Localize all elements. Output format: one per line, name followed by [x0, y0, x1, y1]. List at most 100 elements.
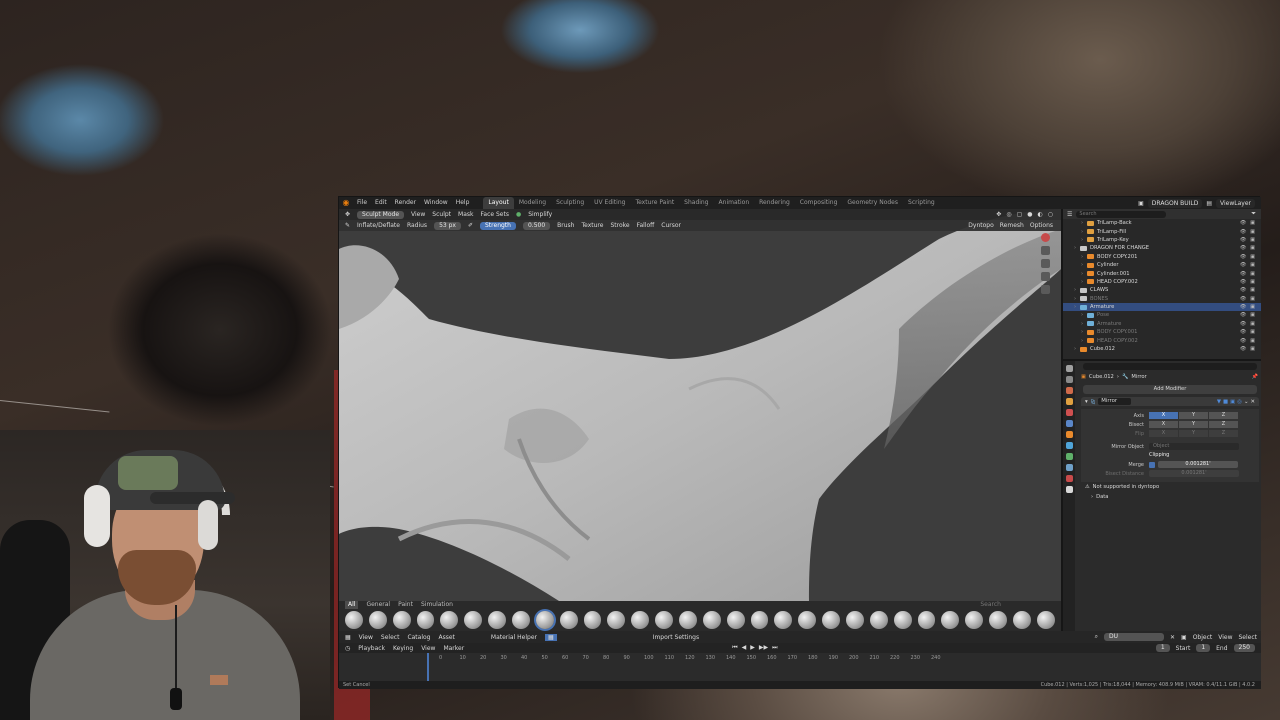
- zoom-icon[interactable]: [1041, 246, 1050, 255]
- flip-x-toggle[interactable]: X: [1149, 430, 1178, 437]
- outliner-row[interactable]: › CLAWS 👁 ▣: [1063, 286, 1261, 294]
- outliner-row[interactable]: › Cylinder 👁 ▣: [1063, 261, 1261, 269]
- outliner-row[interactable]: › BONES 👁 ▣: [1063, 295, 1261, 303]
- outliner-row[interactable]: › HEAD COPY.002 👁 ▣: [1063, 336, 1261, 344]
- xray-toggle-icon[interactable]: ▢: [1017, 211, 1023, 218]
- ortho-grid-icon[interactable]: [1041, 285, 1050, 294]
- menu-edit[interactable]: Edit: [371, 197, 391, 209]
- menu-help[interactable]: Help: [452, 197, 474, 209]
- brush-thumbnail[interactable]: [965, 611, 984, 629]
- simplify-toggle[interactable]: Simplify: [528, 211, 552, 218]
- menu-mask[interactable]: Mask: [458, 211, 473, 218]
- radius-field[interactable]: 53 px: [434, 221, 461, 230]
- play-icon[interactable]: ▶: [750, 644, 755, 652]
- brush-thumbnail[interactable]: [917, 611, 936, 629]
- tab-layout[interactable]: Layout: [483, 197, 514, 209]
- brush-thumbnail[interactable]: [392, 611, 411, 629]
- scene-selector[interactable]: DRAGON BUILD: [1147, 198, 1203, 208]
- visibility-toggle-icon[interactable]: 👁 ▣: [1240, 321, 1261, 327]
- outliner-row[interactable]: › DRAGON FOR CHANGE 👁 ▣: [1063, 244, 1261, 252]
- visibility-toggle-icon[interactable]: 👁 ▣: [1240, 279, 1261, 285]
- brush-thumbnail[interactable]: [726, 611, 745, 629]
- shading-solid-icon[interactable]: ●: [1027, 211, 1032, 218]
- brush-thumbnail[interactable]: [559, 611, 578, 629]
- shelf-search[interactable]: Search: [980, 601, 1061, 609]
- brush-thumbnail[interactable]: [798, 611, 817, 629]
- properties-tab-icon[interactable]: [1065, 398, 1073, 405]
- render-toggle-icon[interactable]: ◎: [1237, 399, 1242, 405]
- bisect-z-toggle[interactable]: Z: [1209, 421, 1238, 428]
- tab-shading[interactable]: Shading: [679, 197, 713, 209]
- shelf-tab-paint[interactable]: Paint: [398, 601, 413, 609]
- outliner-row[interactable]: › TriLamp-Fill 👁 ▣: [1063, 227, 1261, 235]
- outliner-row[interactable]: › TriLamp-Back 👁 ▣: [1063, 219, 1261, 227]
- visibility-toggle-icon[interactable]: 👁 ▣: [1240, 338, 1261, 344]
- import-settings-button[interactable]: Import Settings: [653, 634, 699, 641]
- properties-tab-icon[interactable]: [1065, 387, 1073, 394]
- library-icon[interactable]: ▦: [545, 633, 557, 641]
- properties-tab-icon[interactable]: [1065, 431, 1073, 438]
- brush-thumbnail[interactable]: [774, 611, 793, 629]
- sculpt-mesh[interactable]: [339, 209, 1061, 601]
- menu-asset[interactable]: Asset: [438, 634, 454, 641]
- menu-catalog[interactable]: Catalog: [407, 634, 430, 641]
- data-subpanel[interactable]: › Data: [1077, 492, 1263, 502]
- brush-thumbnail[interactable]: [893, 611, 912, 629]
- brush-thumbnail[interactable]: [535, 611, 554, 629]
- tab-uv-editing[interactable]: UV Editing: [589, 197, 630, 209]
- material-helper-button[interactable]: Material Helper: [491, 634, 537, 641]
- outliner-type-icon[interactable]: ☰: [1067, 211, 1072, 218]
- shading-rendered-icon[interactable]: ○: [1048, 211, 1053, 218]
- bisect-y-toggle[interactable]: Y: [1179, 421, 1208, 428]
- gizmo-toggle-icon[interactable]: ✥: [996, 211, 1001, 218]
- menu-view-3[interactable]: View: [1218, 634, 1232, 641]
- brush-thumbnail[interactable]: [679, 611, 697, 629]
- tab-scripting[interactable]: Scripting: [903, 197, 940, 209]
- menu-brush[interactable]: Brush: [557, 222, 574, 229]
- mirror-object-field[interactable]: Object: [1149, 443, 1239, 450]
- timeline-editor[interactable]: ◷ Playback Keying View Marker ⏮ ◀ ▶ ▶▶ ⏭…: [339, 643, 1261, 689]
- camera-view-icon[interactable]: [1041, 272, 1050, 281]
- timeline-ruler[interactable]: 0 10 20 30 40 50 60 70 80 90 100 110 120 130 140 150 160…: [339, 655, 941, 665]
- close-icon[interactable]: ✕: [1170, 634, 1175, 641]
- jump-start-icon[interactable]: ⏮: [732, 644, 737, 652]
- menu-window[interactable]: Window: [420, 197, 452, 209]
- flip-y-toggle[interactable]: Y: [1179, 430, 1208, 437]
- visibility-toggle-icon[interactable]: 👁 ▣: [1240, 312, 1261, 318]
- brush-thumbnail[interactable]: [607, 611, 626, 629]
- shelf-tab-all[interactable]: All: [345, 601, 359, 609]
- outliner-row[interactable]: › Pose 👁 ▣: [1063, 311, 1261, 319]
- menu-texture[interactable]: Texture: [581, 222, 603, 229]
- visibility-toggle-icon[interactable]: 👁 ▣: [1240, 237, 1261, 243]
- properties-tab-icon[interactable]: [1065, 376, 1073, 383]
- filter-icon[interactable]: ⏷: [1251, 210, 1261, 218]
- visibility-toggle-icon[interactable]: 👁 ▣: [1240, 287, 1261, 293]
- tab-rendering[interactable]: Rendering: [754, 197, 795, 209]
- outliner-row[interactable]: › BODY COPY.001 👁 ▣: [1063, 328, 1261, 336]
- outliner-row[interactable]: › HEAD COPY.002 👁 ▣: [1063, 278, 1261, 286]
- brush-thumbnail[interactable]: [440, 611, 459, 629]
- menu-view-2[interactable]: View: [359, 634, 373, 641]
- flip-z-toggle[interactable]: Z: [1209, 430, 1238, 437]
- pen-pressure-icon[interactable]: ✐: [468, 222, 473, 229]
- shelf-tab-simulation[interactable]: Simulation: [421, 601, 453, 609]
- visibility-toggle-icon[interactable]: 👁 ▣: [1240, 220, 1261, 226]
- dropdown-icon[interactable]: ⌄: [1244, 399, 1249, 405]
- shelf-tab-general[interactable]: General: [366, 601, 390, 609]
- brush-thumbnail[interactable]: [822, 611, 841, 629]
- properties-tab-icon[interactable]: [1065, 464, 1073, 471]
- clipping-checkbox[interactable]: Clipping: [1149, 452, 1239, 459]
- pin-icon[interactable]: 📌: [1252, 374, 1263, 380]
- tab-animation[interactable]: Animation: [714, 197, 755, 209]
- properties-tab-icon[interactable]: [1065, 365, 1073, 372]
- brush-thumbnail[interactable]: [869, 611, 888, 629]
- merge-distance-field[interactable]: 0.001281': [1158, 461, 1238, 468]
- visibility-toggle-icon[interactable]: 👁 ▣: [1240, 304, 1261, 310]
- brush-thumbnail[interactable]: [631, 611, 650, 629]
- brush-thumbnail[interactable]: [368, 611, 387, 629]
- view-layer-selector[interactable]: ViewLayer: [1216, 198, 1255, 208]
- outliner-row[interactable]: › Cylinder.001 👁 ▣: [1063, 269, 1261, 277]
- visibility-toggle-icon[interactable]: 👁 ▣: [1240, 329, 1261, 335]
- jump-end-icon[interactable]: ⏭: [772, 644, 777, 652]
- brush-thumbnail[interactable]: [989, 611, 1008, 629]
